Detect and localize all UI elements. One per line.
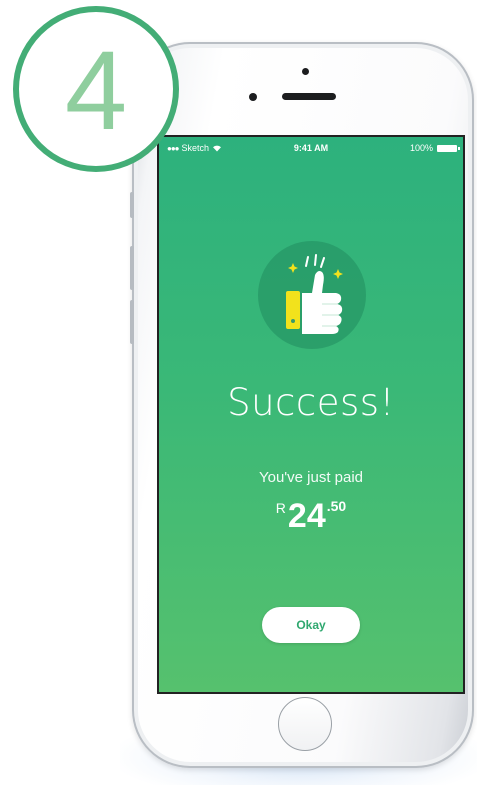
home-button[interactable] <box>278 697 332 751</box>
status-right: 100% <box>409 143 460 153</box>
amount-cents: .50 <box>326 498 347 514</box>
volume-up-button <box>130 246 134 290</box>
status-bar: ●●● Sketch 9:41 AM 100% <box>159 137 463 159</box>
paid-amount: R24.50 <box>159 497 463 536</box>
okay-button[interactable]: Okay <box>262 607 360 643</box>
battery-percent: 100% <box>409 143 433 153</box>
step-number: 4 <box>64 28 128 153</box>
front-camera <box>249 93 257 101</box>
thumbs-up-icon <box>286 254 343 334</box>
mute-switch <box>130 192 134 218</box>
battery-icon <box>437 144 460 152</box>
proximity-sensor <box>302 68 309 75</box>
phone-screen: ●●● Sketch 9:41 AM 100% Success! You've … <box>157 135 465 694</box>
payment-subtitle: You've just paid <box>258 469 364 486</box>
success-title: Success! <box>227 381 395 424</box>
currency-symbol: R <box>275 500 286 516</box>
earpiece-speaker <box>282 93 336 100</box>
thumbs-up-badge <box>258 241 366 349</box>
volume-down-button <box>130 300 134 344</box>
step-badge: 4 <box>13 6 179 172</box>
amount-main: 24 <box>287 497 326 535</box>
